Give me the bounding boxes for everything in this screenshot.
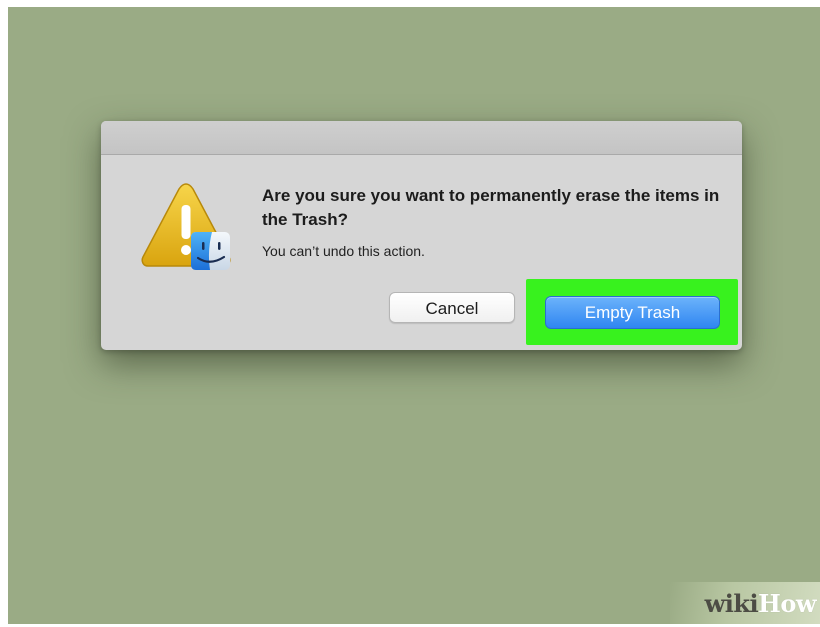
watermark-wiki: wiki [704,589,759,618]
wikihow-logo: wikiHow [704,589,817,618]
dialog-informative-text: You can’t undo this action. [262,243,425,259]
desktop-background: Are you sure you want to permanently era… [8,7,820,624]
cancel-button[interactable]: Cancel [389,292,515,323]
highlight-box: Empty Trash [526,279,738,345]
watermark: wikiHow [670,582,820,624]
dialog-titlebar [101,121,742,155]
empty-trash-button[interactable]: Empty Trash [545,296,720,329]
dialog-message: Are you sure you want to permanently era… [262,186,720,229]
watermark-how: How [758,589,816,618]
caution-finder-icon [141,183,231,270]
